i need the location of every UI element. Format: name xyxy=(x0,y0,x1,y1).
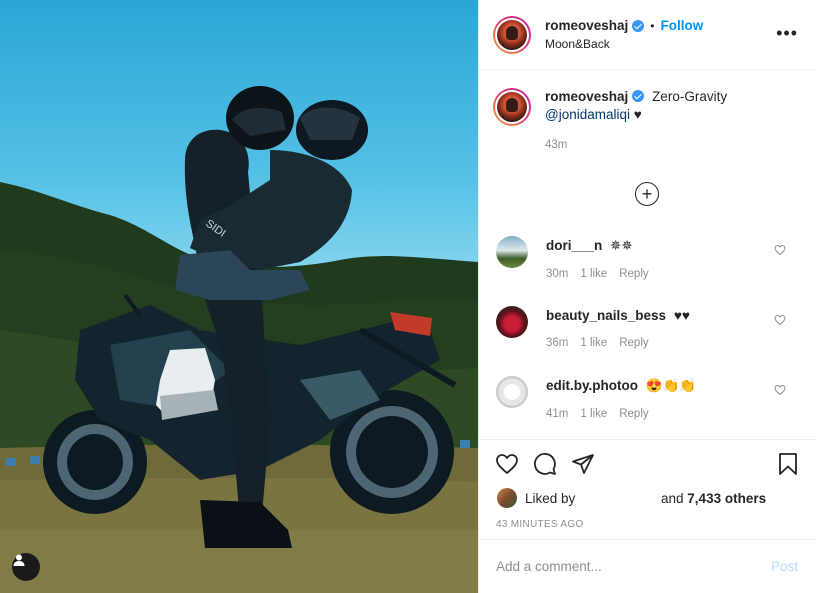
comment-time[interactable]: 36m xyxy=(546,337,568,349)
and-label: and xyxy=(661,490,684,506)
like-heart-icon[interactable] xyxy=(495,452,519,476)
reply-button[interactable]: Reply xyxy=(619,268,648,280)
more-options-icon[interactable]: ••• xyxy=(776,24,798,42)
post-header: romeoveshaj • Follow Moon&Back ••• xyxy=(479,0,816,70)
like-comment-heart-icon[interactable] xyxy=(774,244,786,256)
post-timestamp[interactable]: 43 MINUTES AGO xyxy=(496,519,584,530)
tag-user-button[interactable] xyxy=(12,553,40,581)
verified-icon xyxy=(632,19,645,32)
comment-avatar[interactable] xyxy=(496,236,528,268)
comment-username[interactable]: edit.by.photoo xyxy=(546,378,638,393)
caption-mention[interactable]: @jonidamaliqi xyxy=(545,107,630,122)
comment-item: beauty_nails_bess ♥♥ 36m 1 like Reply xyxy=(479,306,816,366)
author-username[interactable]: romeoveshaj xyxy=(545,18,628,33)
user-icon xyxy=(13,554,25,566)
comment-item: edit.by.photoo 😍👏👏 41m 1 like Reply xyxy=(479,376,816,436)
caption-username[interactable]: romeoveshaj xyxy=(545,89,628,104)
comment-time[interactable]: 30m xyxy=(546,268,568,280)
liked-by-row: Liked by and 7,433 others xyxy=(497,488,800,508)
like-comment-heart-icon[interactable] xyxy=(774,314,786,326)
author-avatar[interactable] xyxy=(493,15,531,54)
reply-button[interactable]: Reply xyxy=(619,408,648,420)
bookmark-icon[interactable] xyxy=(776,452,800,476)
post-comment-button[interactable]: Post xyxy=(771,559,798,574)
load-more-comments-button[interactable]: + xyxy=(635,182,659,206)
comment-username[interactable]: dori___n xyxy=(546,238,602,253)
comment-avatar[interactable] xyxy=(496,306,528,338)
separator-dot: • xyxy=(650,18,655,33)
like-comment-heart-icon[interactable] xyxy=(774,384,786,396)
caption-emoji: ♥ xyxy=(633,107,642,122)
comment-avatar[interactable] xyxy=(496,376,528,408)
comment-likes[interactable]: 1 like xyxy=(580,408,607,420)
comment-time[interactable]: 41m xyxy=(546,408,568,420)
post-sidebar: romeoveshaj • Follow Moon&Back ••• romeo… xyxy=(478,0,816,593)
likes-count-value[interactable]: 7,433 others xyxy=(687,491,766,506)
comment-item: dori___n ✵✵ 30m 1 like Reply xyxy=(479,236,816,296)
caption-text: Zero-Gravity xyxy=(652,89,728,104)
post-photo[interactable]: SIDI xyxy=(0,0,478,593)
comments-section: romeoveshaj Zero-Gravity @jonidamaliqi ♥… xyxy=(479,70,816,439)
reply-button[interactable]: Reply xyxy=(619,337,648,349)
liker-avatar[interactable] xyxy=(497,488,517,508)
comment-likes[interactable]: 1 like xyxy=(580,268,607,280)
add-comment-bar: Post xyxy=(479,539,816,593)
comment-text: 😍👏👏 xyxy=(645,378,697,393)
caption-avatar[interactable] xyxy=(493,88,531,126)
comment-input[interactable] xyxy=(496,559,771,574)
comment-likes[interactable]: 1 like xyxy=(580,337,607,349)
follow-button[interactable]: Follow xyxy=(661,18,704,33)
comment-text: ♥♥ xyxy=(673,308,690,323)
plus-icon: + xyxy=(641,184,653,204)
location-link[interactable]: Moon&Back xyxy=(545,37,703,51)
verified-icon xyxy=(632,90,645,102)
post-image: SIDI xyxy=(0,86,478,593)
post-actions: Liked by and 7,433 others 43 MINUTES AGO xyxy=(479,439,816,539)
liked-by-label: Liked by xyxy=(525,490,576,506)
likes-count[interactable]: and 7,433 others xyxy=(661,491,766,506)
caption: romeoveshaj Zero-Gravity @jonidamaliqi ♥… xyxy=(479,70,816,154)
comment-username[interactable]: beauty_nails_bess xyxy=(546,308,666,323)
comment-text: ✵✵ xyxy=(610,238,633,253)
comment-bubble-icon[interactable] xyxy=(533,452,557,476)
caption-time[interactable]: 43m xyxy=(545,136,727,154)
share-paper-plane-icon[interactable] xyxy=(571,452,595,476)
